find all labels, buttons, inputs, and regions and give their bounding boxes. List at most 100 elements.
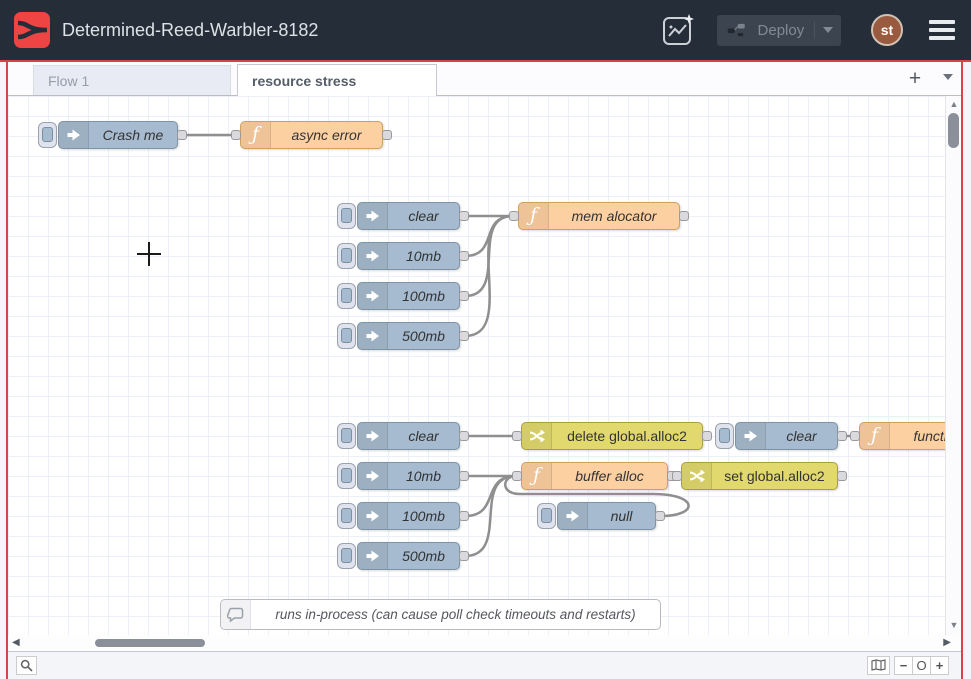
node-label: Crash me xyxy=(89,122,177,148)
tab-flow-1[interactable]: Flow 1 xyxy=(33,65,231,95)
node-buffer-alloc[interactable]: ƒbuffer alloc xyxy=(521,462,668,490)
output-port[interactable] xyxy=(177,130,187,140)
search-button[interactable] xyxy=(16,656,37,675)
instance-title: Determined-Reed-Warbler-8182 xyxy=(62,20,661,41)
deploy-flow-icon xyxy=(727,21,746,39)
horizontal-scrollbar-thumb[interactable] xyxy=(95,639,205,647)
horizontal-scrollbar[interactable]: ◀ ▶ xyxy=(8,635,961,651)
node-label: clear xyxy=(766,423,837,449)
node-100mb-buf[interactable]: 100mb xyxy=(357,502,460,530)
node-label: 100mb xyxy=(388,283,459,309)
node-set-global-alloc2[interactable]: set global.alloc2 xyxy=(681,462,838,490)
zoom-in-button[interactable]: + xyxy=(930,656,949,675)
output-port[interactable] xyxy=(679,211,689,221)
navigator-map-button[interactable] xyxy=(867,656,890,675)
deploy-dropdown-chevron-icon[interactable] xyxy=(823,27,833,33)
node-500mb-mem[interactable]: 500mb xyxy=(357,322,460,350)
node-red-editor: Determined-Reed-Warbler-8182 Deploy st xyxy=(0,0,971,679)
footer-toolbar: − O + xyxy=(8,651,961,679)
output-port[interactable] xyxy=(459,331,469,341)
node-delete-global-alloc2[interactable]: delete global.alloc2 xyxy=(521,422,703,450)
output-port[interactable] xyxy=(702,431,712,441)
comment-icon xyxy=(221,600,251,629)
node-label: 10mb xyxy=(388,463,459,489)
output-port[interactable] xyxy=(459,291,469,301)
inject-icon xyxy=(358,283,388,309)
sidebar-collapsed-strip xyxy=(963,62,971,679)
node-clear-fn[interactable]: clear xyxy=(735,422,838,450)
header-bar: Determined-Reed-Warbler-8182 Deploy st xyxy=(0,0,971,60)
user-avatar[interactable]: st xyxy=(871,14,903,46)
scroll-up-icon[interactable]: ▲ xyxy=(946,99,961,109)
output-port[interactable] xyxy=(655,511,665,521)
inject-button[interactable] xyxy=(38,122,57,148)
output-port[interactable] xyxy=(459,551,469,561)
hamburger-menu-icon[interactable] xyxy=(929,20,955,40)
inject-button[interactable] xyxy=(337,203,356,229)
inject-button[interactable] xyxy=(715,423,734,449)
zoom-out-button[interactable]: − xyxy=(894,656,913,675)
input-port[interactable] xyxy=(231,130,241,140)
output-port[interactable] xyxy=(459,211,469,221)
avatar-initials: st xyxy=(881,22,893,38)
node-500mb-buf[interactable]: 500mb xyxy=(357,542,460,570)
node-label: 100mb xyxy=(388,503,459,529)
node-mem-alocator[interactable]: ƒmem alocator xyxy=(518,202,680,230)
node-10mb-buf[interactable]: 10mb xyxy=(357,462,460,490)
inject-button[interactable] xyxy=(337,323,356,349)
vertical-scrollbar[interactable]: ▲ ▼ xyxy=(945,96,961,635)
node-100mb-mem[interactable]: 100mb xyxy=(357,282,460,310)
scroll-right-icon[interactable]: ▶ xyxy=(943,637,951,648)
node-async-error[interactable]: ƒasync error xyxy=(240,121,383,149)
output-port[interactable] xyxy=(459,251,469,261)
inject-icon xyxy=(358,323,388,349)
flowfuse-logo-icon[interactable] xyxy=(14,12,50,48)
function-icon: ƒ xyxy=(860,423,890,449)
input-port[interactable] xyxy=(512,471,522,481)
output-port[interactable] xyxy=(459,471,469,481)
vertical-scrollbar-thumb[interactable] xyxy=(948,113,959,148)
inject-button[interactable] xyxy=(337,543,356,569)
tab-resource-stress[interactable]: resource stress xyxy=(237,64,437,96)
zoom-reset-button[interactable]: O xyxy=(912,656,931,675)
inject-icon xyxy=(558,503,588,529)
inject-button[interactable] xyxy=(337,283,356,309)
inject-icon xyxy=(736,423,766,449)
output-port[interactable] xyxy=(459,511,469,521)
output-port[interactable] xyxy=(837,431,847,441)
flow-canvas[interactable]: ▲ ▼ Crash me ƒasync error clear 10mb 100mb 50… xyxy=(8,96,961,635)
change-icon xyxy=(682,463,712,489)
flow-assistant-icon[interactable] xyxy=(661,12,697,48)
node-clear-mem[interactable]: clear xyxy=(357,202,460,230)
input-port[interactable] xyxy=(509,211,519,221)
add-flow-button[interactable]: + xyxy=(903,66,927,92)
input-port[interactable] xyxy=(512,431,522,441)
node-label: clear xyxy=(388,203,459,229)
left-accent-rail xyxy=(6,62,8,679)
node-null-inject[interactable]: null xyxy=(557,502,656,530)
change-icon xyxy=(522,423,552,449)
node-10mb-mem[interactable]: 10mb xyxy=(357,242,460,270)
output-port[interactable] xyxy=(459,431,469,441)
node-label: buffer alloc xyxy=(552,463,667,489)
flow-list-chevron-icon[interactable] xyxy=(943,74,953,80)
output-port[interactable] xyxy=(837,471,847,481)
input-port[interactable] xyxy=(850,431,860,441)
scroll-left-icon[interactable]: ◀ xyxy=(12,637,20,648)
function-icon: ƒ xyxy=(519,203,549,229)
node-label: runs in-process (can cause poll check ti… xyxy=(251,600,660,629)
function-icon: ƒ xyxy=(522,463,552,489)
inject-button[interactable] xyxy=(337,243,356,269)
inject-button[interactable] xyxy=(337,463,356,489)
deploy-button[interactable]: Deploy xyxy=(717,15,841,46)
inject-button[interactable] xyxy=(537,503,556,529)
inject-button[interactable] xyxy=(337,503,356,529)
inject-button[interactable] xyxy=(337,423,356,449)
scroll-down-icon[interactable]: ▼ xyxy=(946,620,961,630)
node-comment[interactable]: runs in-process (can cause poll check ti… xyxy=(220,599,661,630)
output-port[interactable] xyxy=(382,130,392,140)
deploy-divider xyxy=(814,21,815,39)
node-crash-me[interactable]: Crash me xyxy=(58,121,178,149)
input-port[interactable] xyxy=(672,471,682,481)
node-clear-buf[interactable]: clear xyxy=(357,422,460,450)
